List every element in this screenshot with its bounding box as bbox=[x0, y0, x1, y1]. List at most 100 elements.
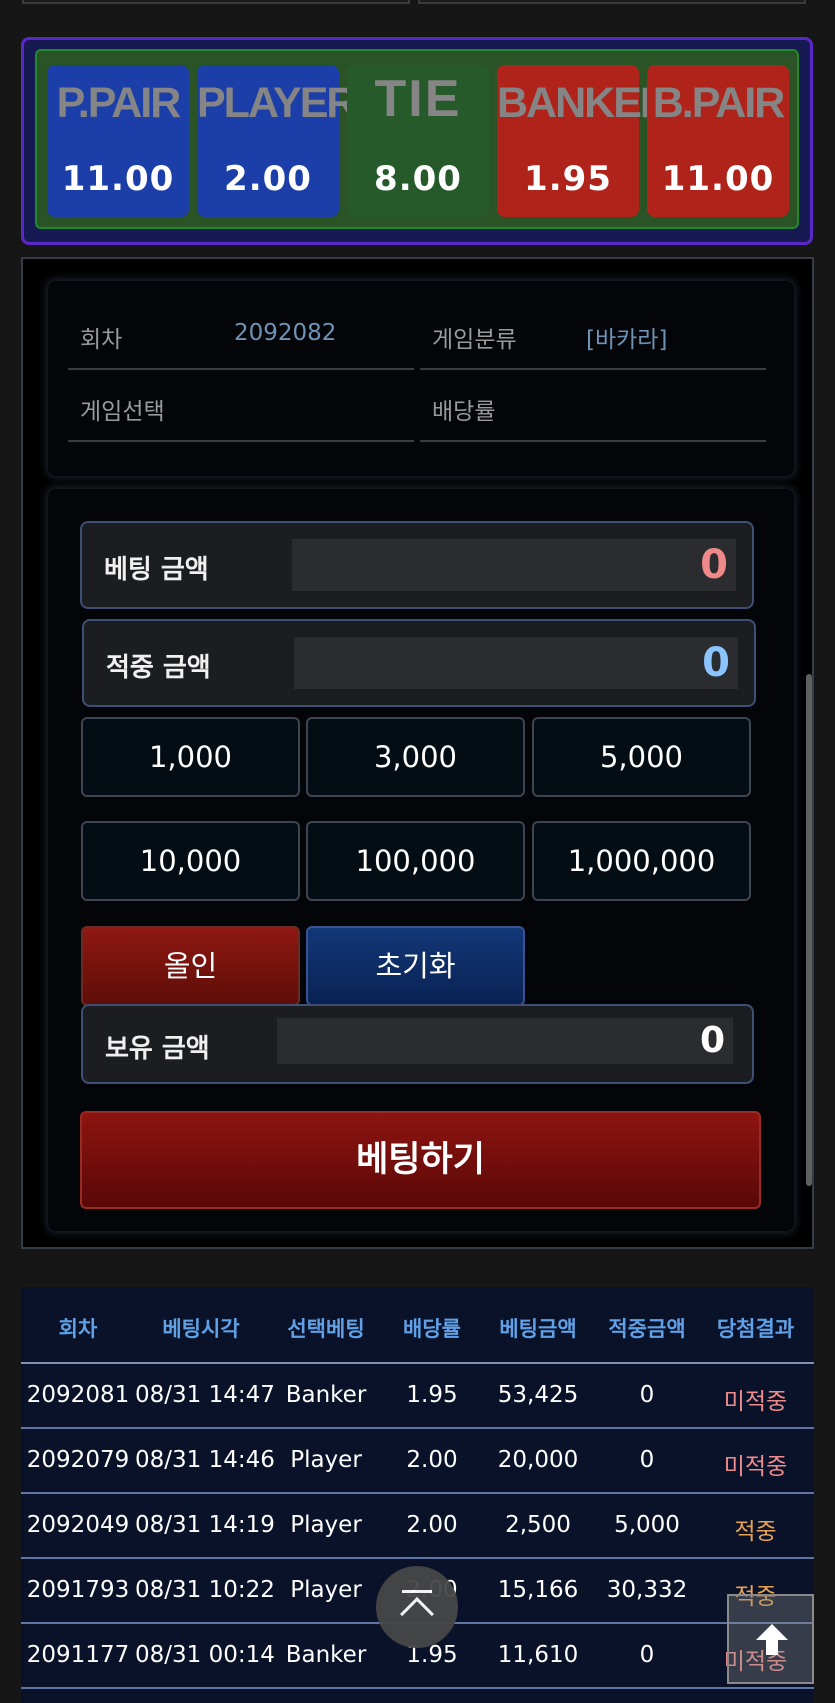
chip-10000-button[interactable]: 10,000 bbox=[81, 821, 300, 901]
header-odds: 배당률 bbox=[403, 1317, 461, 1341]
cell-win: 0 bbox=[639, 1642, 655, 1668]
scroll-top-button[interactable] bbox=[376, 1566, 458, 1648]
cell-round: 2091793 bbox=[26, 1577, 130, 1603]
cell-win: 5,000 bbox=[614, 1512, 680, 1538]
cell-time: 08/31 14:46 bbox=[135, 1447, 275, 1473]
info-round: 회차 2092082 bbox=[68, 298, 414, 370]
info-payout: 배당률 bbox=[420, 370, 766, 442]
cell-pick: Banker bbox=[285, 1642, 367, 1668]
table-row: 2092049 08/31 14:19 Player 2.00 2,500 5,… bbox=[21, 1494, 814, 1559]
arrow-up-icon bbox=[756, 1624, 788, 1640]
betting-panel: 회차 2092082 게임분류 [바카라] 게임선택 배당률 베팅 금액 0 적… bbox=[21, 257, 814, 1249]
arrow-up-stem bbox=[766, 1639, 778, 1655]
cell-pick: Player bbox=[290, 1447, 362, 1473]
balance-label: 보유 금액 bbox=[105, 1034, 210, 1064]
cell-result: 적중 bbox=[734, 1519, 777, 1545]
odds-card-player-pair[interactable]: P.PAIR 11.00 bbox=[47, 65, 189, 217]
cell-result: 미적중 bbox=[723, 1389, 788, 1415]
cell-time: 08/31 10:22 bbox=[135, 1577, 275, 1603]
cell-bet: 53,425 bbox=[497, 1382, 579, 1408]
chevron-up-icon bbox=[400, 1597, 434, 1631]
cell-pick: Player bbox=[290, 1512, 362, 1538]
bet-amount-label: 베팅 금액 bbox=[104, 555, 209, 585]
cell-win: 0 bbox=[639, 1382, 655, 1408]
odds-card-banker[interactable]: BANKER 1.95 bbox=[497, 65, 671, 217]
cell-bet: 11,610 bbox=[497, 1642, 579, 1668]
cell-result: 미적중 bbox=[723, 1454, 788, 1480]
odds-name: BANKER bbox=[497, 79, 671, 127]
reset-button[interactable]: 초기화 bbox=[306, 926, 525, 1006]
cell-pick: Banker bbox=[285, 1382, 367, 1408]
cell-odds: 1.95 bbox=[406, 1382, 458, 1408]
header-win: 적중금액 bbox=[608, 1317, 686, 1341]
top-panel-left bbox=[22, 0, 410, 4]
odds-value: 1.95 bbox=[524, 159, 612, 199]
chip-100000-button[interactable]: 100,000 bbox=[306, 821, 525, 901]
header-round: 회차 bbox=[58, 1317, 98, 1341]
odds-value: 11.00 bbox=[661, 159, 775, 199]
header-result: 당첨결과 bbox=[716, 1317, 795, 1341]
odds-panel: P.PAIR 11.00 PLAYER 2.00 TIE 8.00 BANKER… bbox=[21, 37, 813, 245]
scroll-up-button[interactable] bbox=[727, 1594, 814, 1684]
category-label: 게임분류 bbox=[432, 327, 517, 353]
odds-name: TIE bbox=[374, 70, 462, 128]
chip-1000-button[interactable]: 1,000 bbox=[81, 717, 300, 797]
cell-win: 0 bbox=[639, 1447, 655, 1473]
cell-odds: 2.00 bbox=[406, 1512, 458, 1538]
cell-odds: 2.00 bbox=[406, 1447, 458, 1473]
scrollbar[interactable] bbox=[806, 674, 812, 1186]
odds-name: PLAYER bbox=[197, 79, 357, 127]
game-info-box: 회차 2092082 게임분류 [바카라] 게임선택 배당률 bbox=[48, 281, 794, 476]
cell-round: 2091177 bbox=[26, 1642, 130, 1668]
info-category: 게임분류 [바카라] bbox=[420, 298, 766, 370]
odds-inner: P.PAIR 11.00 PLAYER 2.00 TIE 8.00 BANKER… bbox=[35, 49, 799, 229]
win-amount-row: 적중 금액 0 bbox=[82, 619, 756, 707]
odds-value: 11.00 bbox=[61, 159, 175, 199]
header-pick: 선택베팅 bbox=[287, 1317, 365, 1341]
bet-form: 베팅 금액 0 적중 금액 0 1,000 3,000 5,000 10,000… bbox=[48, 489, 794, 1231]
win-amount-output: 0 bbox=[294, 637, 738, 689]
odds-name: P.PAIR bbox=[56, 79, 182, 127]
cell-bet: 20,000 bbox=[497, 1447, 579, 1473]
header-time: 베팅시각 bbox=[162, 1317, 240, 1341]
chip-1000000-button[interactable]: 1,000,000 bbox=[532, 821, 751, 901]
cell-time: 08/31 00:14 bbox=[135, 1642, 275, 1668]
category-value: [바카라] bbox=[586, 327, 668, 353]
cell-bet: 15,166 bbox=[497, 1577, 579, 1603]
round-value: 2092082 bbox=[234, 320, 337, 346]
odds-card-banker-pair[interactable]: B.PAIR 11.00 bbox=[647, 65, 789, 217]
cell-round: 2092081 bbox=[26, 1382, 130, 1408]
odds-value: 8.00 bbox=[374, 159, 462, 199]
cell-win: 30,332 bbox=[606, 1577, 688, 1603]
table-header: 회차 베팅시각 선택베팅 배당률 베팅금액 적중금액 당첨결과 bbox=[21, 1287, 814, 1364]
cell-time: 08/31 14:19 bbox=[135, 1512, 275, 1538]
bet-amount-row: 베팅 금액 0 bbox=[80, 521, 754, 609]
payout-label: 배당률 bbox=[432, 399, 496, 425]
top-panel-right bbox=[418, 0, 806, 4]
win-amount-label: 적중 금액 bbox=[106, 653, 211, 683]
cell-round: 2092079 bbox=[26, 1447, 130, 1473]
bet-amount-input[interactable]: 0 bbox=[292, 539, 736, 591]
chip-5000-button[interactable]: 5,000 bbox=[532, 717, 751, 797]
selection-label: 게임선택 bbox=[80, 399, 165, 425]
cell-bet: 2,500 bbox=[505, 1512, 571, 1538]
odds-value: 2.00 bbox=[224, 159, 312, 199]
cell-round: 2092049 bbox=[26, 1512, 130, 1538]
odds-name: B.PAIR bbox=[652, 79, 786, 127]
table-row: 2092079 08/31 14:46 Player 2.00 20,000 0… bbox=[21, 1429, 814, 1494]
balance-value: 0 bbox=[277, 1018, 733, 1064]
odds-card-tie[interactable]: TIE 8.00 bbox=[347, 65, 489, 217]
all-in-button[interactable]: 올인 bbox=[81, 926, 300, 1006]
cell-time: 08/31 14:47 bbox=[135, 1382, 275, 1408]
cell-odds: 1.95 bbox=[406, 1642, 458, 1668]
round-label: 회차 bbox=[80, 327, 123, 353]
scroll-top-bar-icon bbox=[402, 1590, 432, 1593]
cell-pick: Player bbox=[290, 1577, 362, 1603]
table-row: 2092081 08/31 14:47 Banker 1.95 53,425 0… bbox=[21, 1364, 814, 1429]
info-selection: 게임선택 bbox=[68, 370, 414, 442]
header-bet: 베팅금액 bbox=[499, 1317, 577, 1341]
odds-card-player[interactable]: PLAYER 2.00 bbox=[197, 65, 357, 217]
place-bet-button[interactable]: 베팅하기 bbox=[80, 1111, 761, 1209]
balance-row: 보유 금액 0 bbox=[81, 1004, 754, 1084]
chip-3000-button[interactable]: 3,000 bbox=[306, 717, 525, 797]
